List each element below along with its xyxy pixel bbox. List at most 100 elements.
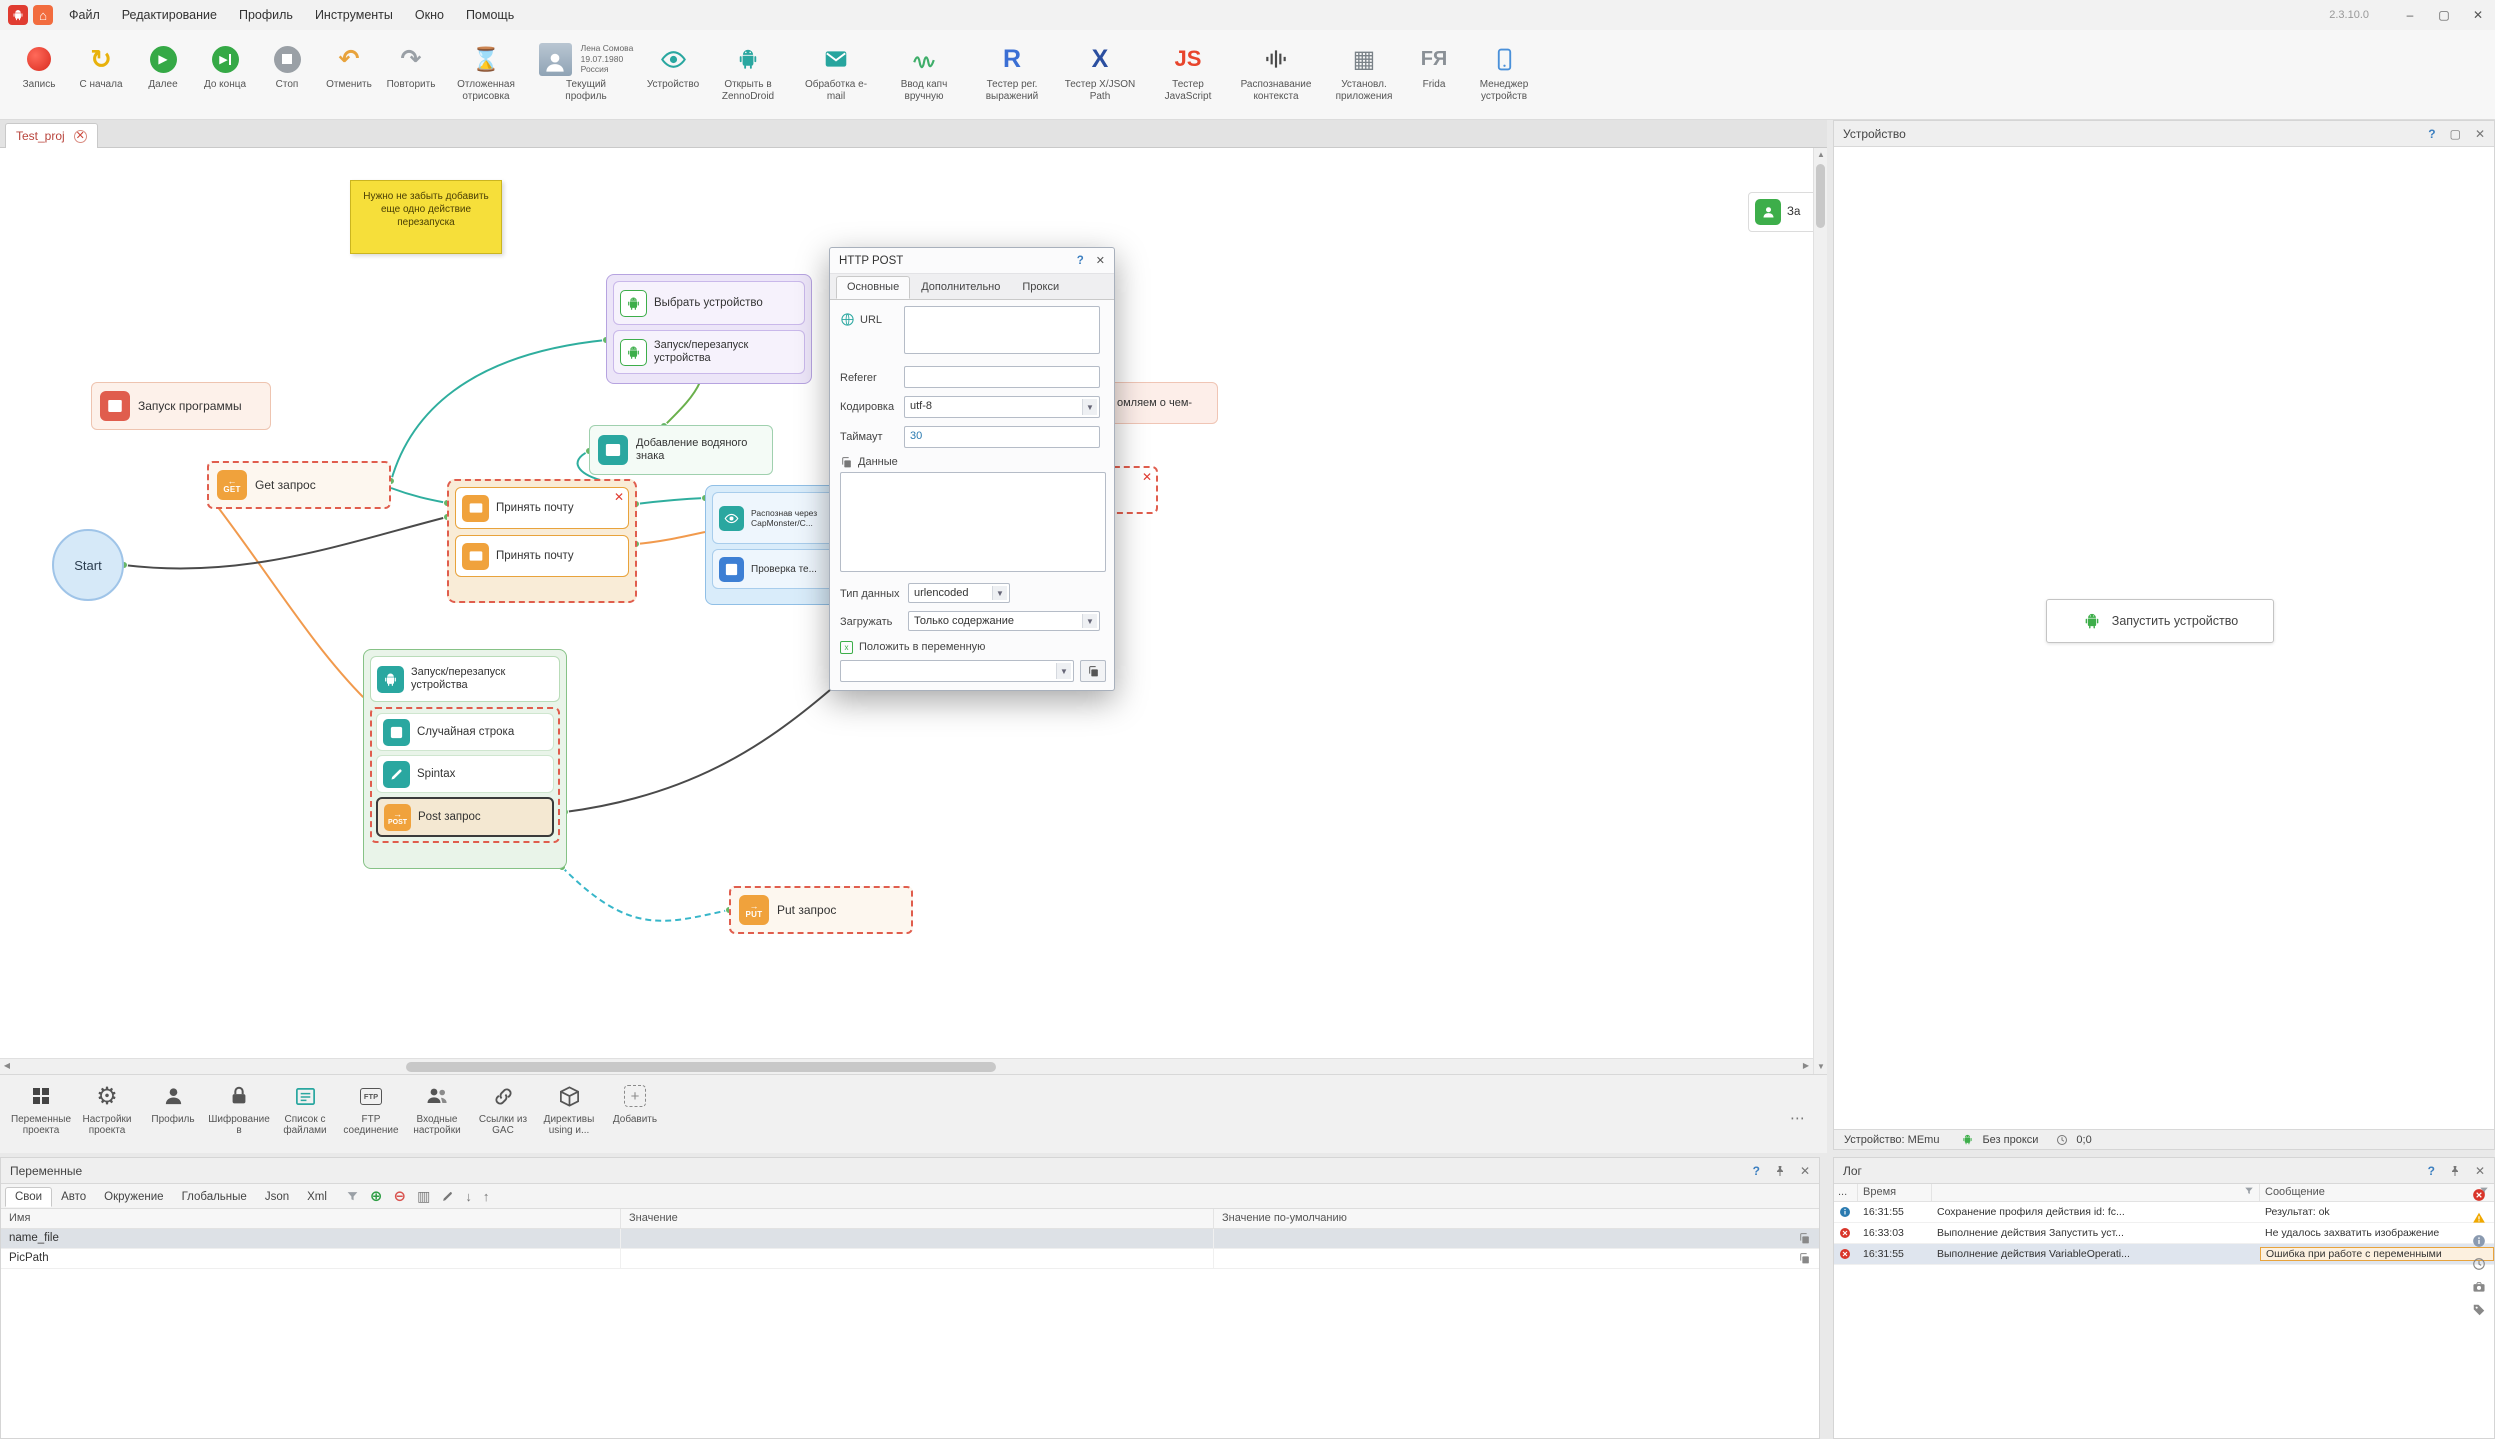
menu-profile[interactable]: Профиль: [228, 0, 304, 30]
dock-file-list[interactable]: Список с файлами: [272, 1081, 338, 1136]
canvas-vertical-scrollbar[interactable]: ▲ ▼: [1813, 148, 1827, 1074]
columns-icon[interactable]: ▥: [417, 1188, 430, 1205]
scrollbar-thumb[interactable]: [1816, 164, 1825, 228]
mail-group[interactable]: Принять почту ✕ Принять почту: [447, 479, 637, 603]
column-name[interactable]: Имя: [1, 1209, 621, 1228]
filter-errors-icon[interactable]: [2472, 1188, 2486, 1202]
menu-window[interactable]: Окно: [404, 0, 455, 30]
installed-apps-button[interactable]: ▦Установл. приложения: [1320, 37, 1408, 104]
copy-variable-button[interactable]: [1080, 660, 1106, 682]
help-icon[interactable]: ?: [2428, 1164, 2435, 1178]
dialog-tab-main[interactable]: Основные: [836, 276, 910, 299]
block-spintax[interactable]: Spintax: [376, 755, 554, 793]
column-message[interactable]: Сообщение: [2260, 1184, 2494, 1201]
column-time[interactable]: Время: [1858, 1184, 1932, 1201]
close-icon[interactable]: ✕: [2475, 1164, 2485, 1178]
block-run-program[interactable]: Запуск программы: [91, 382, 271, 430]
minimize-button[interactable]: –: [2393, 0, 2427, 30]
block-recognize[interactable]: Распознав через CapMonster/C...: [712, 492, 842, 544]
move-down-icon[interactable]: ↓: [465, 1189, 472, 1204]
dock-project-variables[interactable]: Переменные проекта: [8, 1081, 74, 1136]
deferred-render-button[interactable]: ⌛Отложенная отрисовка: [442, 37, 530, 104]
tab-json[interactable]: Json: [256, 1188, 298, 1206]
dock-add[interactable]: +Добавить: [602, 1081, 668, 1125]
dock-more-button[interactable]: ⋯: [1790, 1109, 1805, 1127]
device-button[interactable]: Устройство: [642, 37, 704, 93]
block-put-request[interactable]: →PUT Put запрос: [729, 886, 913, 934]
remove-variable-icon[interactable]: ⊖: [394, 1187, 407, 1205]
from-start-button[interactable]: ↻С начала: [70, 37, 132, 93]
delete-icon[interactable]: ✕: [614, 490, 624, 504]
column-default[interactable]: Значение по-умолчанию: [1214, 1209, 1819, 1228]
edit-icon[interactable]: [441, 1190, 454, 1203]
dialog-titlebar[interactable]: HTTP POST ? ✕: [830, 248, 1114, 274]
block-restart-device[interactable]: Запуск/перезапуск устройства: [613, 330, 805, 374]
dock-profile[interactable]: Профиль: [140, 1081, 206, 1125]
device-group[interactable]: Выбрать устройство Запуск/перезапуск уст…: [606, 274, 812, 384]
block-select-device[interactable]: Выбрать устройство: [613, 281, 805, 325]
url-input[interactable]: [904, 306, 1100, 354]
manual-captcha-button[interactable]: Ввод капч вручную: [880, 37, 968, 104]
close-icon[interactable]: ✕: [1800, 1164, 1810, 1178]
help-icon[interactable]: ?: [1753, 1164, 1760, 1178]
filter-warnings-icon[interactable]: [2472, 1211, 2486, 1225]
tab-xml[interactable]: Xml: [298, 1188, 336, 1206]
pin-icon[interactable]: [1774, 1165, 1786, 1177]
dock-input-settings[interactable]: Входные настройки: [404, 1081, 470, 1136]
record-button[interactable]: Запись: [8, 37, 70, 93]
load-select[interactable]: Только содержание▼: [908, 611, 1100, 631]
stop-button[interactable]: Стоп: [256, 37, 318, 93]
delete-icon[interactable]: ✕: [1142, 470, 1152, 484]
http-post-dialog[interactable]: HTTP POST ? ✕ Основные Дополнительно Про…: [829, 247, 1115, 691]
copy-icon[interactable]: [1798, 1232, 1811, 1245]
timeout-input[interactable]: 30: [904, 426, 1100, 448]
filter-info-icon[interactable]: [2472, 1234, 2486, 1248]
variable-row[interactable]: name_file: [1, 1229, 1819, 1249]
tag-icon[interactable]: [2472, 1303, 2486, 1317]
tab-own[interactable]: Свои: [5, 1187, 52, 1207]
datatype-select[interactable]: urlencoded▼: [908, 583, 1010, 603]
recognize-group[interactable]: Распознав через CapMonster/C... Проверка…: [705, 485, 849, 605]
block-watermark[interactable]: Добавление водяного знака: [589, 425, 773, 475]
scroll-up-arrow[interactable]: ▲: [1814, 148, 1828, 162]
dialog-help-icon[interactable]: ?: [1077, 255, 1084, 267]
frida-button[interactable]: FЯFrida: [1408, 37, 1460, 93]
open-zennodroid-button[interactable]: Открыть в ZennoDroid: [704, 37, 792, 104]
tab-test-proj[interactable]: Test_proj ✕: [5, 123, 98, 148]
block-partial-corner[interactable]: За: [1748, 192, 1813, 232]
device-manager-button[interactable]: Менеджер устройств: [1460, 37, 1548, 104]
redo-button[interactable]: ↷Повторить: [380, 37, 442, 93]
log-row-selected[interactable]: 16:31:55 Выполнение действия VariableOpe…: [1834, 1244, 2494, 1265]
canvas-horizontal-scrollbar[interactable]: ◀ ▶: [0, 1058, 1813, 1074]
screenshot-icon[interactable]: [2472, 1280, 2486, 1294]
restart-group[interactable]: Запуск/перезапуск устройства Случайная с…: [363, 649, 567, 869]
column-level[interactable]: ...: [1834, 1184, 1858, 1201]
context-recognition-button[interactable]: Распознавание контекста: [1232, 37, 1320, 104]
column-action[interactable]: [1932, 1184, 2260, 1201]
filter-icon[interactable]: [346, 1190, 359, 1203]
block-get-request[interactable]: ←GET Get запрос: [207, 461, 391, 509]
put-variable-checkbox[interactable]: x: [840, 641, 853, 654]
sticky-note[interactable]: Нужно не забыть добавить еще одно действ…: [350, 180, 502, 254]
variable-row[interactable]: PicPath: [1, 1249, 1819, 1269]
encoding-select[interactable]: utf-8▼: [904, 396, 1100, 418]
home-icon[interactable]: ⌂: [33, 5, 53, 25]
regex-tester-button[interactable]: RТестер рег. выражений: [968, 37, 1056, 104]
scroll-left-arrow[interactable]: ◀: [0, 1059, 14, 1073]
menu-help[interactable]: Помощь: [455, 0, 525, 30]
block-post-request[interactable]: →POST Post запрос: [376, 797, 554, 837]
block-random-string[interactable]: Случайная строка: [376, 713, 554, 751]
scroll-down-arrow[interactable]: ▼: [1814, 1060, 1828, 1074]
copy-icon[interactable]: [1798, 1252, 1811, 1265]
scroll-right-arrow[interactable]: ▶: [1799, 1059, 1813, 1073]
undo-button[interactable]: ↶Отменить: [318, 37, 380, 93]
help-icon[interactable]: ?: [2428, 127, 2435, 141]
block-check-text[interactable]: Проверка те...: [712, 549, 842, 589]
block-restart-device-2[interactable]: Запуск/перезапуск устройства: [370, 656, 560, 702]
menu-file[interactable]: Файл: [58, 0, 111, 30]
filter-icon[interactable]: [2244, 1186, 2254, 1199]
block-receive-mail-2[interactable]: Принять почту: [455, 535, 629, 577]
close-button[interactable]: ✕: [2461, 0, 2495, 30]
email-processing-button[interactable]: Обработка e-mail: [792, 37, 880, 104]
tab-close-icon[interactable]: ✕: [74, 130, 87, 143]
